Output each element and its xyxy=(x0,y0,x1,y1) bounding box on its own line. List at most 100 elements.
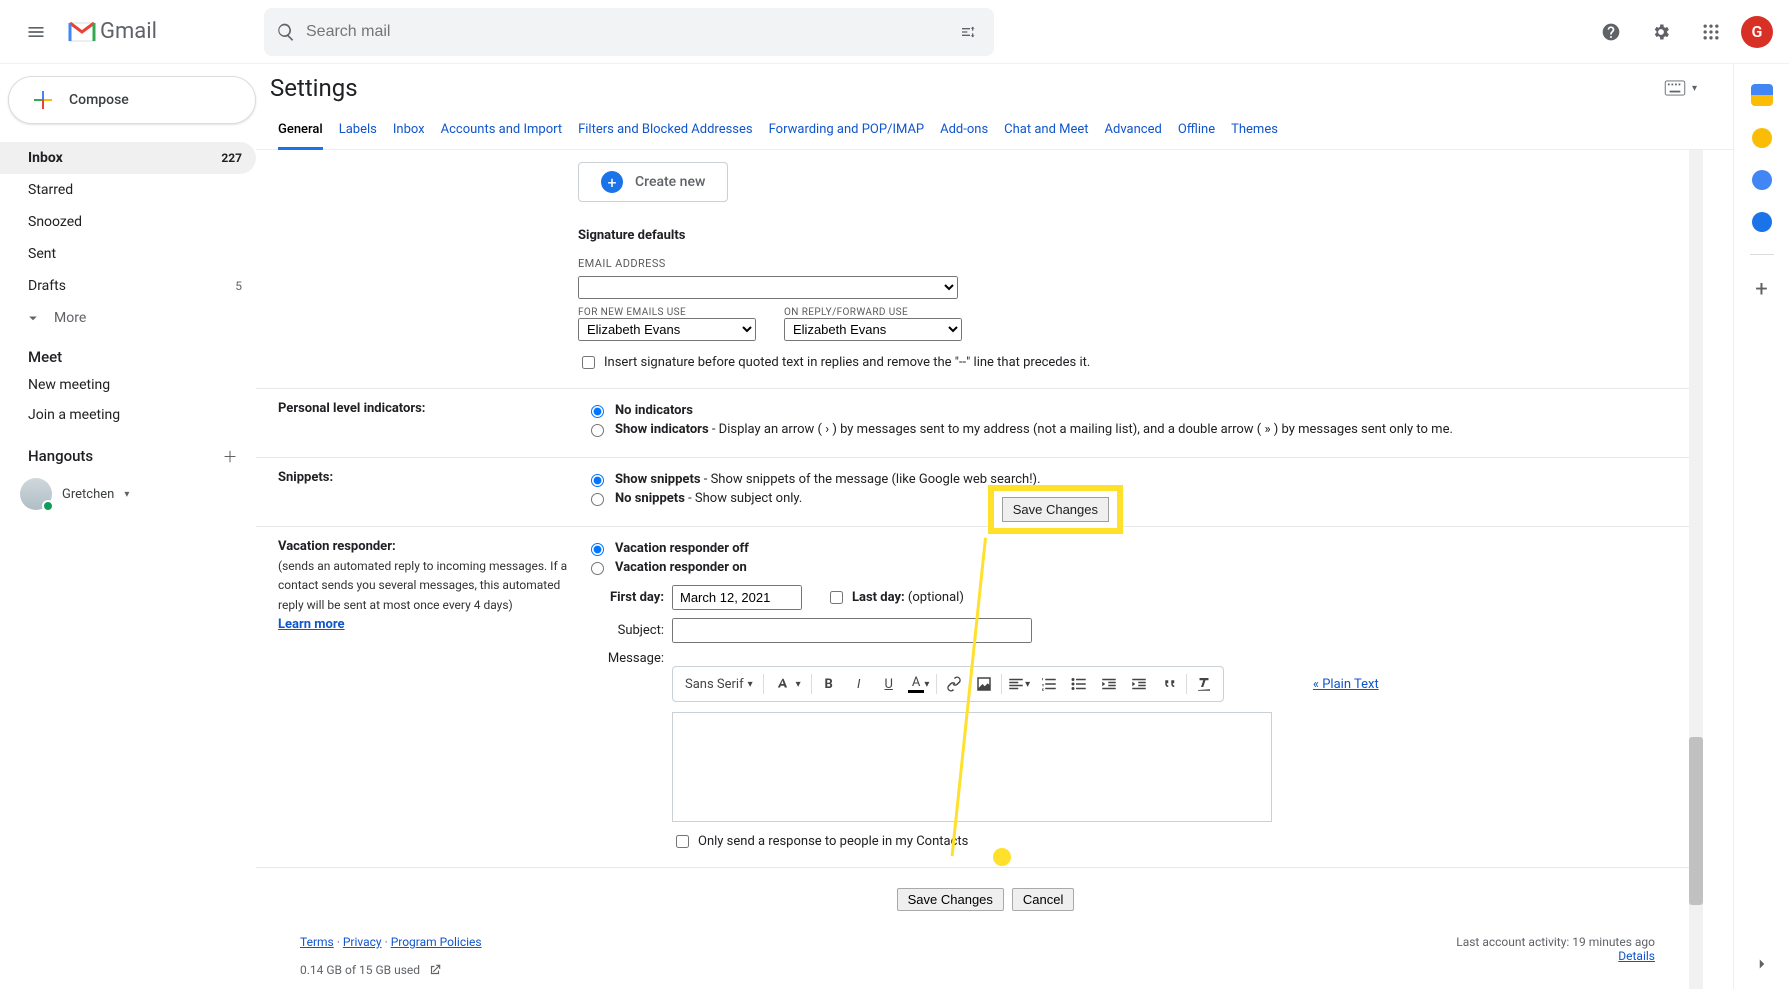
hangouts-section-title: Hangouts xyxy=(28,447,93,465)
inbox-count: 227 xyxy=(221,151,242,165)
quote-icon xyxy=(1160,675,1178,693)
rte-clear-formatting[interactable] xyxy=(1191,671,1217,697)
rte-link[interactable] xyxy=(941,671,967,697)
sidebar-item-sent[interactable]: Sent xyxy=(0,238,256,270)
tab-accounts-import[interactable]: Accounts and Import xyxy=(441,112,562,149)
collapse-side-panel-button[interactable] xyxy=(1753,955,1771,977)
tab-inbox[interactable]: Inbox xyxy=(393,112,425,149)
tab-forwarding-pop[interactable]: Forwarding and POP/IMAP xyxy=(769,112,925,149)
vacation-on-label: Vacation responder on xyxy=(615,560,747,575)
google-apps-button[interactable] xyxy=(1691,12,1731,52)
vacation-learn-more-link[interactable]: Learn more xyxy=(278,617,345,632)
tab-chat-meet[interactable]: Chat and Meet xyxy=(1004,112,1088,149)
rte-underline[interactable]: U xyxy=(876,671,902,697)
indent-less-icon xyxy=(1100,675,1118,693)
hangouts-self-row[interactable]: Gretchen ▾ xyxy=(0,472,256,516)
rte-numbered-list[interactable] xyxy=(1036,671,1062,697)
rte-indent-less[interactable] xyxy=(1096,671,1122,697)
meet-join-meeting[interactable]: Join a meeting xyxy=(0,400,256,430)
open-in-new-icon[interactable] xyxy=(428,963,442,977)
save-changes-button[interactable]: Save Changes xyxy=(897,888,1004,911)
no-snippets-radio[interactable] xyxy=(591,493,604,506)
main-menu-button[interactable] xyxy=(16,12,56,52)
vacation-message-body[interactable] xyxy=(672,712,1272,822)
first-day-input[interactable] xyxy=(672,585,802,610)
hangouts-new-chat-button[interactable]: ＋ xyxy=(218,444,242,468)
keep-addon-icon[interactable] xyxy=(1752,128,1772,148)
side-panel: + xyxy=(1733,64,1789,989)
rte-align[interactable]: ▾ xyxy=(1006,671,1032,697)
rte-font-family[interactable]: Sans Serif ▾ xyxy=(679,677,759,692)
rte-image[interactable] xyxy=(971,671,997,697)
footer-terms-link[interactable]: Terms xyxy=(300,935,334,949)
sidebar-item-drafts[interactable]: Drafts 5 xyxy=(0,270,256,302)
calendar-addon-icon[interactable] xyxy=(1751,84,1773,106)
chevron-right-icon xyxy=(1753,955,1771,973)
get-addons-button[interactable]: + xyxy=(1755,277,1767,302)
tab-addons[interactable]: Add-ons xyxy=(940,112,988,149)
sidebar-item-inbox[interactable]: Inbox 227 xyxy=(0,142,256,174)
cancel-button[interactable]: Cancel xyxy=(1012,888,1074,911)
rte-bold[interactable]: B xyxy=(816,671,842,697)
sidebar-item-starred[interactable]: Starred xyxy=(0,174,256,206)
signature-reply-select[interactable]: Elizabeth Evans xyxy=(784,318,962,341)
rte-toolbar: Sans Serif ▾ ▾ B I U A ▾ xyxy=(672,666,1224,702)
show-indicators-radio[interactable] xyxy=(591,424,604,437)
vacation-off-radio[interactable] xyxy=(591,543,604,556)
rte-indent-more[interactable] xyxy=(1126,671,1152,697)
on-reply-forward-label: ON REPLY/FORWARD USE xyxy=(784,307,962,318)
show-snippets-radio[interactable] xyxy=(591,474,604,487)
last-day-checkbox[interactable] xyxy=(830,591,843,604)
vertical-scrollbar[interactable] xyxy=(1669,150,1703,989)
signature-new-select[interactable]: Elizabeth Evans xyxy=(578,318,756,341)
compose-plus-icon xyxy=(31,88,55,112)
footer-privacy-link[interactable]: Privacy xyxy=(343,935,382,949)
tab-general[interactable]: General xyxy=(278,112,323,150)
search-bar[interactable] xyxy=(264,8,994,56)
caret-down-icon[interactable]: ▾ xyxy=(1692,83,1697,94)
search-input[interactable] xyxy=(304,22,946,42)
no-indicators-radio[interactable] xyxy=(591,405,604,418)
tab-themes[interactable]: Themes xyxy=(1231,112,1278,149)
support-button[interactable] xyxy=(1591,12,1631,52)
only-contacts-label: Only send a response to people in my Con… xyxy=(698,834,968,849)
settings-scroll-area[interactable]: + Create new Signature defaults EMAIL AD… xyxy=(256,150,1733,989)
compose-button[interactable]: Compose xyxy=(8,76,256,124)
image-icon xyxy=(975,675,993,693)
meet-new-meeting[interactable]: New meeting xyxy=(0,370,256,400)
tab-labels[interactable]: Labels xyxy=(339,112,377,149)
footer-program-policies-link[interactable]: Program Policies xyxy=(391,935,482,949)
rte-font-size[interactable]: ▾ xyxy=(768,677,807,691)
presence-dot-icon xyxy=(42,500,54,512)
contacts-addon-icon[interactable] xyxy=(1752,212,1772,232)
rte-italic[interactable]: I xyxy=(846,671,872,697)
no-snippets-label: No snippets - Show subject only. xyxy=(615,491,802,506)
search-options-button[interactable] xyxy=(954,18,982,46)
only-contacts-checkbox[interactable] xyxy=(676,835,689,848)
tasks-addon-icon[interactable] xyxy=(1752,170,1772,190)
tab-advanced[interactable]: Advanced xyxy=(1105,112,1162,149)
plain-text-link[interactable]: « Plain Text xyxy=(1313,677,1379,692)
rte-quote[interactable] xyxy=(1156,671,1182,697)
personal-indicators-label: Personal level indicators: xyxy=(278,399,568,441)
tab-offline[interactable]: Offline xyxy=(1178,112,1215,149)
sidebar-more[interactable]: More xyxy=(0,302,256,334)
tab-filters-blocked[interactable]: Filters and Blocked Addresses xyxy=(578,112,753,149)
account-avatar[interactable]: G xyxy=(1741,16,1773,48)
insert-signature-before-quote-checkbox[interactable] xyxy=(582,356,595,369)
annotation-save-button: Save Changes xyxy=(1002,497,1109,522)
rte-text-color[interactable]: A ▾ xyxy=(906,671,932,697)
activity-details-link[interactable]: Details xyxy=(1618,949,1655,963)
signature-email-select[interactable] xyxy=(578,276,958,299)
vacation-responder-title: Vacation responder: xyxy=(278,539,396,554)
vacation-on-radio[interactable] xyxy=(591,562,604,575)
sidebar-item-snoozed[interactable]: Snoozed xyxy=(0,206,256,238)
vacation-off-label: Vacation responder off xyxy=(615,541,749,556)
input-tools-button[interactable] xyxy=(1664,74,1686,102)
rte-bulleted-list[interactable] xyxy=(1066,671,1092,697)
settings-tabs: General Labels Inbox Accounts and Import… xyxy=(256,112,1733,150)
signature-create-new-button[interactable]: + Create new xyxy=(578,162,728,202)
settings-button[interactable] xyxy=(1641,12,1681,52)
drafts-count: 5 xyxy=(235,279,242,293)
show-snippets-label: Show snippets - Show snippets of the mes… xyxy=(615,472,1041,487)
